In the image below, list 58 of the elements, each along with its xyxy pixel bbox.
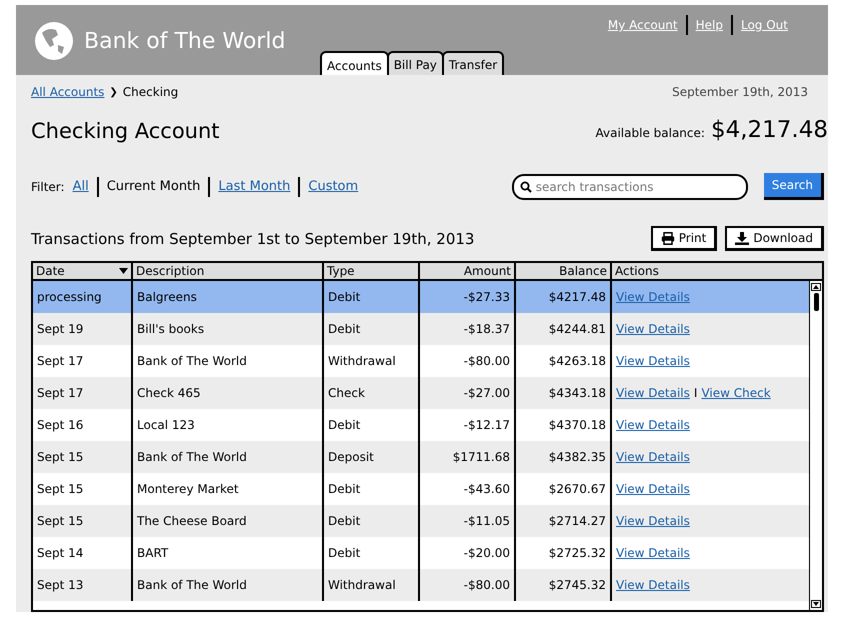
filter-option[interactable]: Current Month bbox=[106, 179, 200, 194]
column-header[interactable]: Date bbox=[33, 263, 133, 279]
column-header[interactable]: Type bbox=[324, 263, 420, 279]
breadcrumb-link[interactable]: All Accounts bbox=[31, 85, 104, 99]
search-icon bbox=[520, 180, 532, 192]
globe-icon bbox=[34, 21, 74, 61]
table-cell: Bank of The World bbox=[133, 569, 324, 601]
filter-option[interactable]: All bbox=[72, 179, 89, 194]
view-link[interactable]: View Details bbox=[616, 546, 690, 560]
table-row[interactable]: Sept 19 Bill's books Debit -$18.37 $4244.81 View Details bbox=[33, 313, 809, 345]
action-button[interactable]: Print bbox=[650, 226, 718, 251]
scroll-down-icon[interactable] bbox=[811, 600, 821, 608]
balance-label: Available balance: bbox=[596, 126, 705, 140]
table-row[interactable]: processing Balgreens Debit -$27.33 $4217.48 View Details bbox=[33, 281, 809, 313]
column-header[interactable]: Balance bbox=[516, 263, 612, 279]
table-cell: Sept 13 bbox=[33, 569, 133, 601]
balance-value: $4,217.48 bbox=[710, 117, 828, 143]
table-row[interactable]: Sept 15 The Cheese Board Debit -$11.05 $2714.27 View Details bbox=[33, 505, 809, 537]
breadcrumb-current: Checking bbox=[122, 85, 178, 99]
page-title: Checking Account bbox=[31, 119, 220, 143]
nav-tab[interactable]: Accounts bbox=[320, 51, 389, 75]
column-header[interactable]: Description bbox=[133, 263, 324, 279]
view-link[interactable]: View Details bbox=[616, 354, 690, 368]
nav-tab[interactable]: Transfer bbox=[442, 51, 504, 75]
action-separator: I bbox=[694, 386, 698, 400]
column-header[interactable]: Actions bbox=[612, 263, 822, 279]
transactions-caption: Transactions from September 1st to September 19th, 2013 bbox=[31, 230, 474, 248]
column-header[interactable]: Amount bbox=[420, 263, 516, 279]
table-row[interactable]: Sept 15 Bank of The World Deposit $1711.68 $4382.35 View Details bbox=[33, 441, 809, 473]
scrollbar[interactable] bbox=[809, 281, 822, 610]
view-link[interactable]: View Check bbox=[701, 386, 771, 400]
table-cell: $2745.32 bbox=[516, 569, 612, 601]
download-icon bbox=[735, 232, 750, 244]
table-row[interactable]: Sept 17 Check 465 Check -$27.00 $4343.18 View Details I View Check bbox=[33, 377, 809, 409]
scroll-up-icon[interactable] bbox=[811, 283, 821, 291]
sort-caret-icon bbox=[119, 268, 128, 274]
view-link[interactable]: View Details bbox=[616, 482, 690, 496]
view-link[interactable]: View Details bbox=[616, 322, 690, 336]
view-link[interactable]: View Details bbox=[616, 514, 690, 528]
view-link[interactable]: View Details bbox=[616, 386, 690, 400]
view-link[interactable]: View Details bbox=[616, 450, 690, 464]
chevron-icon: ❯ bbox=[109, 86, 118, 98]
action-button[interactable]: Download bbox=[725, 226, 824, 251]
search-button[interactable]: Search bbox=[764, 173, 824, 200]
nav-tab[interactable]: Bill Pay bbox=[386, 51, 444, 75]
table-cell: -$80.00 bbox=[420, 569, 516, 601]
bank-name: Bank of The World bbox=[84, 28, 286, 54]
filter-option[interactable]: Last Month bbox=[218, 179, 290, 194]
view-link[interactable]: View Details bbox=[616, 578, 690, 592]
scroll-thumb[interactable] bbox=[814, 293, 818, 311]
filter-label: Filter: bbox=[31, 180, 65, 194]
printer-icon bbox=[660, 232, 675, 244]
filter-option[interactable]: Custom bbox=[308, 179, 358, 194]
current-date: September 19th, 2013 bbox=[672, 85, 808, 99]
table-row[interactable]: Sept 13 Bank of The World Withdrawal -$80.00 $2745.32 View Details bbox=[33, 569, 809, 601]
table-cell: Withdrawal bbox=[324, 569, 420, 601]
view-link[interactable]: View Details bbox=[616, 418, 690, 432]
search-field[interactable]: search transactions bbox=[512, 174, 748, 200]
